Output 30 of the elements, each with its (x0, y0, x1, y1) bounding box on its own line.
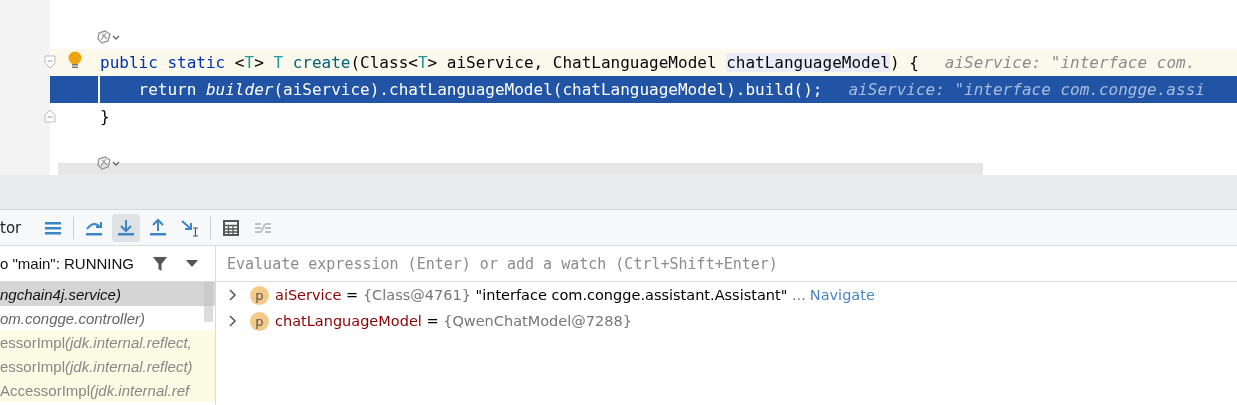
inline-value-hint: aiService: "interface com.congge.assi (848, 80, 1205, 99)
dropdown-caret-icon[interactable] (186, 259, 198, 268)
step-into-button[interactable] (112, 213, 141, 242)
step-into-icon (116, 217, 137, 238)
variable-entry: aiService = {Class@4761} "interface com.congge.assistant.Assistant" ... (275, 287, 806, 303)
property-badge: p (250, 311, 269, 331)
property-badge: p (250, 285, 269, 305)
annotation-icon[interactable] (97, 30, 121, 44)
fold-marker-icon[interactable] (44, 109, 56, 123)
stack-frame[interactable]: om.congge.controller) (0, 306, 215, 330)
code-line: return builder(aiService).chatLanguageModel(chatLanguageModel).build(); (137, 80, 823, 99)
code-line: } (100, 107, 110, 126)
stack-frame[interactable]: AccessorImpl(jdk.internal.ref (0, 378, 215, 402)
stack-frame[interactable]: essorImpl(jdk.internal.reflect) (0, 354, 215, 378)
run-to-cursor-icon (180, 217, 201, 238)
inline-value-hint: aiService: "interface com. (944, 53, 1196, 72)
step-out-icon (148, 217, 169, 238)
fold-marker-icon[interactable] (44, 55, 56, 69)
filter-icon[interactable] (152, 255, 168, 272)
variable-entry: chatLanguageModel = {QwenChatModel@7288} (275, 313, 632, 329)
thread-selector[interactable]: o "main": RUNNING (0, 255, 134, 272)
code-line: public static <T> T create(Class<T> aiService, ChatLanguageModel chatLanguageModel) { (100, 53, 919, 72)
stack-frame[interactable]: essorImpl(jdk.internal.reflect, (0, 330, 215, 354)
evaluate-icon (221, 217, 242, 238)
stack-frame[interactable]: ngchain4j.service) (0, 282, 215, 306)
vertical-scrollbar[interactable] (204, 282, 213, 322)
navigate-link[interactable]: Navigate (809, 287, 875, 303)
horizontal-scrollbar[interactable] (58, 163, 983, 175)
lightbulb-icon[interactable] (67, 51, 83, 71)
tab-label[interactable]: tor (0, 218, 22, 237)
